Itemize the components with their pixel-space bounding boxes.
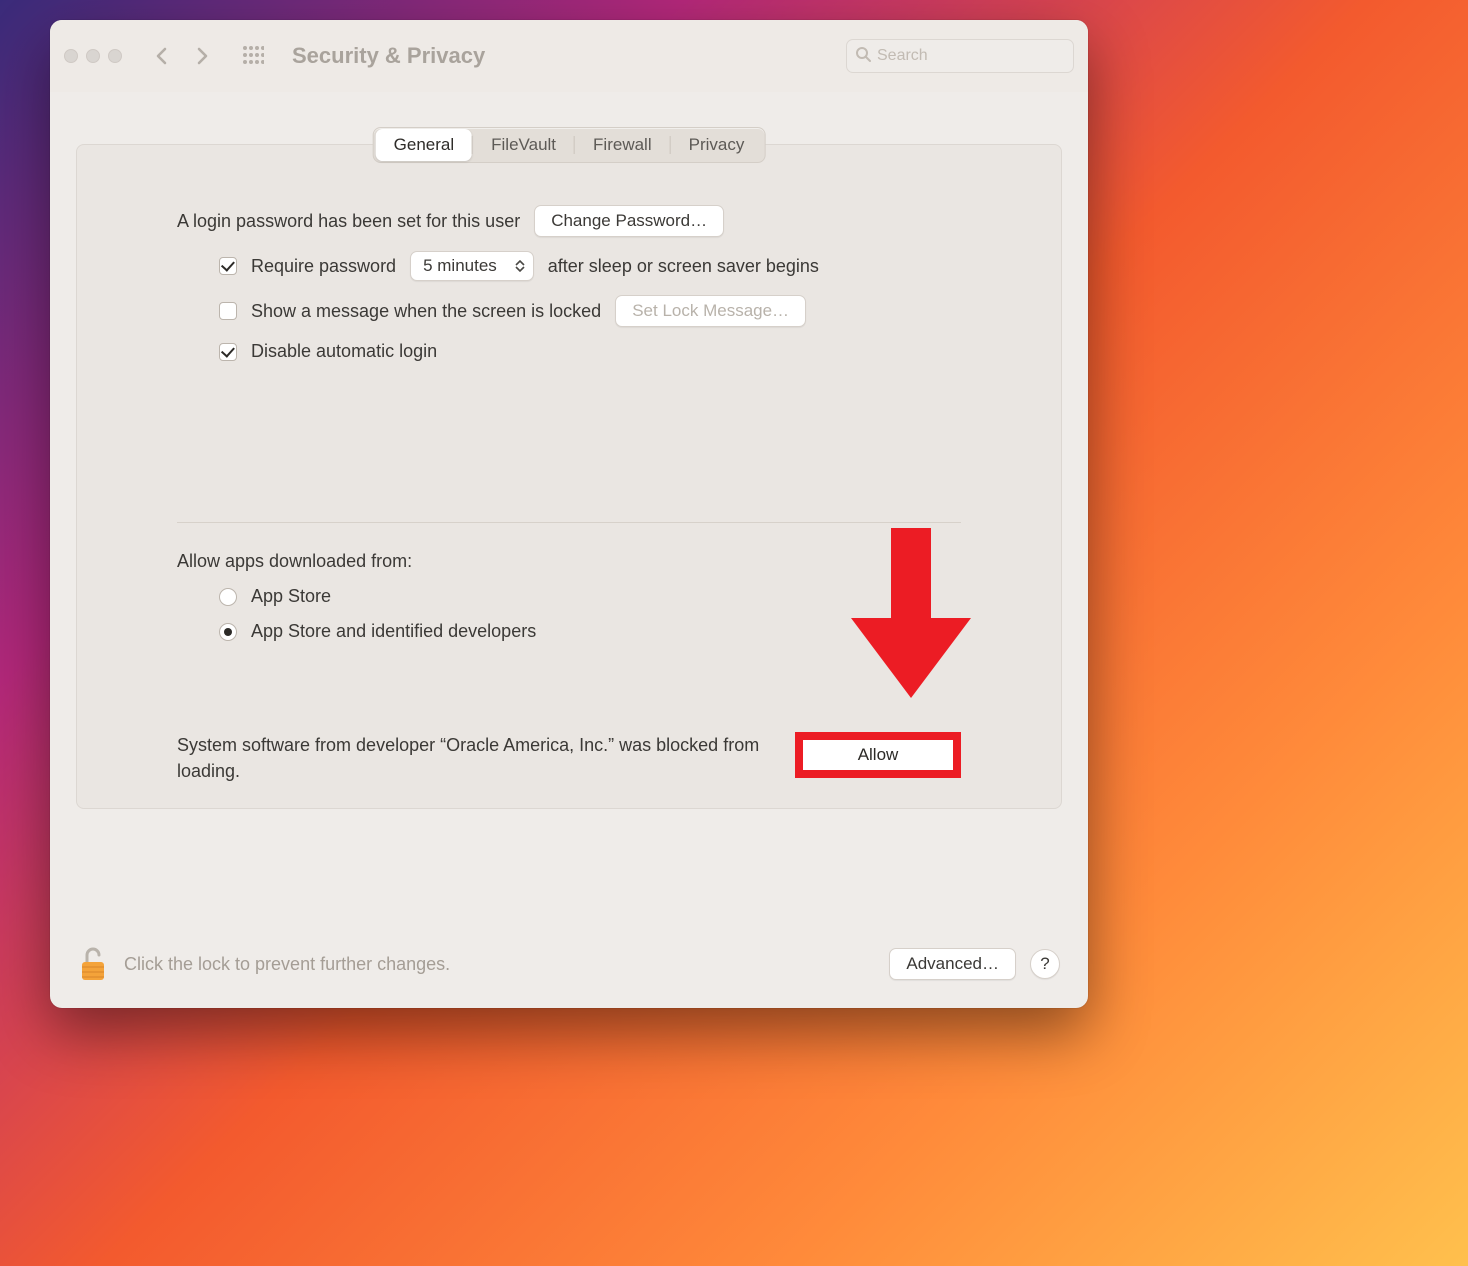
disable-auto-login-checkbox[interactable] xyxy=(219,343,237,361)
allow-button[interactable]: Allow xyxy=(803,740,953,770)
show-all-icon[interactable] xyxy=(242,45,264,67)
allow-button-highlight: Allow xyxy=(795,732,961,778)
back-button[interactable] xyxy=(148,42,176,70)
annotation-arrow-icon xyxy=(851,528,971,708)
change-password-button[interactable]: Change Password… xyxy=(534,205,724,237)
delay-value: 5 minutes xyxy=(423,256,497,276)
set-lock-message-button[interactable]: Set Lock Message… xyxy=(615,295,806,327)
allow-apps-appstore-label: App Store xyxy=(251,586,331,607)
tab-filevault[interactable]: FileVault xyxy=(473,129,574,161)
search-input[interactable] xyxy=(877,47,1065,65)
search-icon xyxy=(855,46,871,67)
require-password-label: Require password xyxy=(251,256,396,277)
window-controls xyxy=(64,49,122,63)
search-field[interactable] xyxy=(846,39,1074,73)
show-lock-message-label: Show a message when the screen is locked xyxy=(251,301,601,322)
tab-bar: General FileVault Firewall Privacy xyxy=(373,127,766,163)
disable-auto-login-label: Disable automatic login xyxy=(251,341,437,362)
zoom-window-button[interactable] xyxy=(108,49,122,63)
section-divider xyxy=(177,522,961,523)
allow-apps-appstore-radio[interactable] xyxy=(219,588,237,606)
require-password-delay-select[interactable]: 5 minutes xyxy=(410,251,534,281)
lock-hint-text: Click the lock to prevent further change… xyxy=(124,954,450,975)
show-lock-message-checkbox[interactable] xyxy=(219,302,237,320)
lock-icon[interactable] xyxy=(78,944,110,984)
toolbar: Security & Privacy xyxy=(50,20,1088,92)
minimize-window-button[interactable] xyxy=(86,49,100,63)
tab-privacy[interactable]: Privacy xyxy=(671,129,763,161)
window-title: Security & Privacy xyxy=(292,43,485,69)
require-password-checkbox[interactable] xyxy=(219,257,237,275)
tab-firewall[interactable]: Firewall xyxy=(575,129,670,161)
close-window-button[interactable] xyxy=(64,49,78,63)
chevron-up-down-icon xyxy=(515,260,525,272)
preferences-window: Security & Privacy General FileVault Fir… xyxy=(50,20,1088,1008)
footer: Click the lock to prevent further change… xyxy=(50,920,1088,1008)
login-password-text: A login password has been set for this u… xyxy=(177,211,520,232)
advanced-button[interactable]: Advanced… xyxy=(889,948,1016,980)
forward-button[interactable] xyxy=(188,42,216,70)
tab-general[interactable]: General xyxy=(376,129,472,161)
blocked-software-message: System software from developer “Oracle A… xyxy=(177,732,775,784)
allow-apps-identified-label: App Store and identified developers xyxy=(251,621,536,642)
help-button[interactable]: ? xyxy=(1030,949,1060,979)
main-panel: General FileVault Firewall Privacy A log… xyxy=(76,144,1062,809)
allow-apps-label: Allow apps downloaded from: xyxy=(177,551,961,572)
after-sleep-label: after sleep or screen saver begins xyxy=(548,256,819,277)
allow-apps-identified-radio[interactable] xyxy=(219,623,237,641)
